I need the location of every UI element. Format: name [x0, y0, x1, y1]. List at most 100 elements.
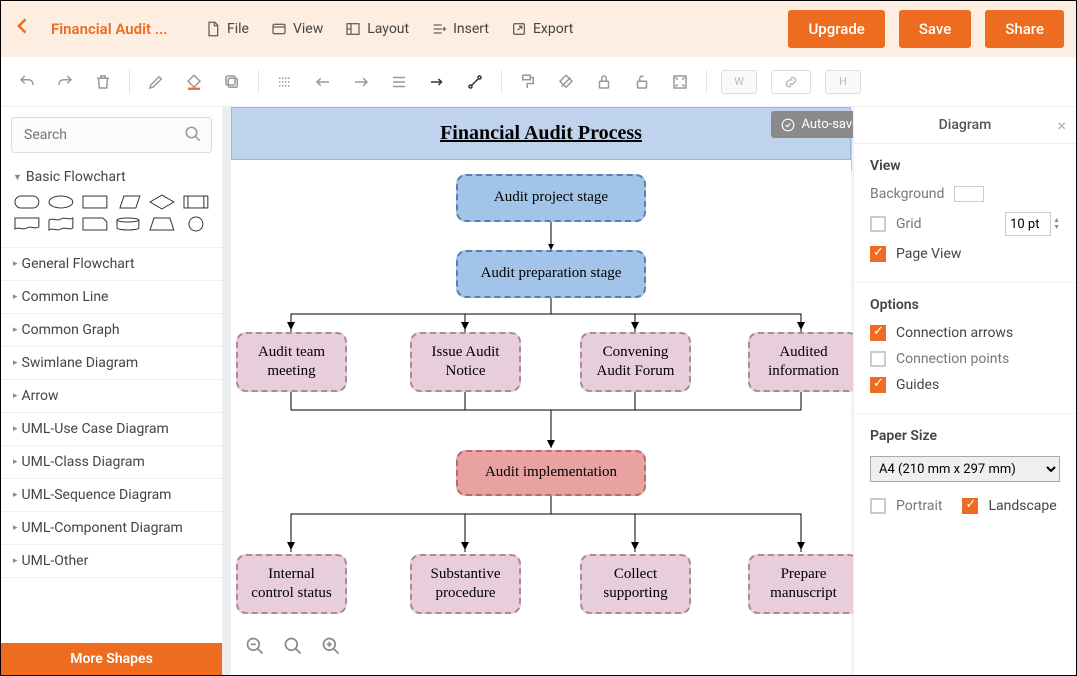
node-audit-project-stage[interactable]: Audit project stage — [456, 174, 646, 222]
connector-icon[interactable] — [425, 70, 449, 94]
node-convening-forum[interactable]: Convening Audit Forum — [580, 332, 691, 392]
pageview-checkbox[interactable] — [870, 246, 886, 262]
menu-layout[interactable]: Layout — [345, 21, 409, 37]
zoom-reset-icon[interactable] — [283, 636, 303, 660]
sidebar: ▼Basic Flowchart ▸General Flowchart ▸Com… — [1, 107, 223, 675]
shape-parallelogram[interactable] — [114, 193, 142, 211]
save-button[interactable]: Save — [899, 10, 971, 48]
share-button[interactable]: Share — [985, 10, 1064, 48]
shape-tape[interactable] — [47, 215, 75, 233]
shape-trapezoid[interactable] — [148, 215, 176, 233]
shape-circle[interactable] — [182, 215, 210, 233]
node-internal-control[interactable]: Internal control status — [236, 554, 347, 614]
link-dimensions-icon[interactable] — [771, 70, 811, 94]
menu-file[interactable]: File — [205, 21, 249, 37]
align-icon[interactable] — [387, 70, 411, 94]
category-item[interactable]: ▸Common Graph — [1, 314, 222, 347]
landscape-checkbox[interactable] — [962, 498, 978, 514]
portrait-checkbox[interactable] — [870, 498, 886, 514]
grid-checkbox[interactable] — [870, 216, 886, 232]
undo-icon[interactable] — [15, 70, 39, 94]
category-item[interactable]: ▸Arrow — [1, 380, 222, 413]
spin-down-icon[interactable]: ▼ — [1053, 224, 1060, 231]
waypoint-icon[interactable] — [463, 70, 487, 94]
line-style-icon[interactable] — [273, 70, 297, 94]
shape-subprocess[interactable] — [182, 193, 210, 211]
node-audited-info[interactable]: Audited information — [748, 332, 853, 392]
expand-icon[interactable] — [668, 70, 692, 94]
node-prepare-manuscript[interactable]: Prepare manuscript — [748, 554, 853, 614]
separator — [129, 70, 130, 94]
fill-color-icon[interactable] — [182, 70, 206, 94]
height-input[interactable]: H — [825, 70, 861, 94]
node-team-meeting[interactable]: Audit team meeting — [236, 332, 347, 392]
clear-format-icon[interactable] — [554, 70, 578, 94]
menu-view[interactable]: View — [271, 21, 323, 37]
node-issue-notice[interactable]: Issue Audit Notice — [410, 332, 521, 392]
shape-cylinder[interactable] — [114, 215, 142, 233]
zoom-out-icon[interactable] — [245, 636, 265, 660]
edit-icon[interactable] — [144, 70, 168, 94]
category-item[interactable]: ▸UML-Use Case Diagram — [1, 413, 222, 446]
shape-rect[interactable] — [81, 193, 109, 211]
conn-points-checkbox[interactable] — [870, 351, 886, 367]
canvas-wrap[interactable]: Auto-save Financial Audit Process Audit … — [223, 107, 853, 675]
upgrade-button[interactable]: Upgrade — [788, 10, 884, 48]
category-item[interactable]: ▸General Flowchart — [1, 248, 222, 281]
menu-insert[interactable]: Insert — [431, 21, 489, 37]
search-input[interactable] — [11, 117, 212, 153]
chevron-right-icon: ▸ — [13, 391, 18, 401]
shape-diamond[interactable] — [148, 193, 176, 211]
node-audit-implementation[interactable]: Audit implementation — [456, 450, 646, 496]
search-icon[interactable] — [184, 125, 202, 147]
node-collect-support[interactable]: Collect supporting — [580, 554, 691, 614]
menu-file-label: File — [227, 21, 249, 37]
arrow-right-icon[interactable] — [349, 70, 373, 94]
node-audit-preparation[interactable]: Audit preparation stage — [456, 250, 646, 298]
shape-document[interactable] — [13, 215, 41, 233]
shape-ellipse[interactable] — [47, 193, 75, 211]
unlock-icon[interactable] — [630, 70, 654, 94]
canvas[interactable]: Auto-save Financial Audit Process Audit … — [231, 107, 851, 675]
format-paint-icon[interactable] — [516, 70, 540, 94]
category-item[interactable]: ▸UML-Class Diagram — [1, 446, 222, 479]
background-swatch[interactable] — [954, 186, 984, 202]
delete-icon[interactable] — [91, 70, 115, 94]
panel-header: Diagram × — [854, 107, 1076, 144]
node-substantive[interactable]: Substantive procedure — [410, 554, 521, 614]
shape-card[interactable] — [81, 215, 109, 233]
diagram-title[interactable]: Financial Audit Process — [231, 107, 851, 160]
back-icon[interactable] — [13, 16, 33, 42]
grid-size-input[interactable] — [1005, 212, 1051, 236]
category-item[interactable]: ▸Common Line — [1, 281, 222, 314]
portrait-label: Portrait — [896, 498, 942, 514]
document-title[interactable]: Financial Audit ... — [51, 20, 181, 38]
lock-icon[interactable] — [592, 70, 616, 94]
menu-export[interactable]: Export — [511, 21, 573, 37]
width-input[interactable]: W — [721, 70, 757, 94]
close-icon[interactable]: × — [1057, 116, 1066, 135]
category-item[interactable]: ▸UML-Other — [1, 545, 222, 578]
zoom-in-icon[interactable] — [321, 636, 341, 660]
search-box — [11, 117, 212, 153]
shape-rounded-rect[interactable] — [13, 193, 41, 211]
paper-size-select[interactable]: A4 (210 mm x 297 mm) — [870, 456, 1060, 482]
guides-checkbox[interactable] — [870, 377, 886, 393]
conn-arrows-checkbox[interactable] — [870, 325, 886, 341]
shape-section-header[interactable]: ▼Basic Flowchart — [13, 169, 210, 185]
chevron-right-icon: ▸ — [13, 490, 18, 500]
flow-area[interactable]: Audit project stage Audit preparation st… — [231, 160, 851, 672]
chevron-right-icon: ▸ — [13, 358, 18, 368]
landscape-label: Landscape — [988, 498, 1056, 514]
panel-options-section: Options Connection arrows Connection poi… — [854, 283, 1076, 414]
conn-points-label: Connection points — [896, 351, 1009, 367]
more-shapes-button[interactable]: More Shapes — [1, 643, 222, 675]
section-title: Paper Size — [870, 428, 1060, 444]
redo-icon[interactable] — [53, 70, 77, 94]
category-item[interactable]: ▸UML-Sequence Diagram — [1, 479, 222, 512]
category-item[interactable]: ▸Swimlane Diagram — [1, 347, 222, 380]
category-item[interactable]: ▸UML-Component Diagram — [1, 512, 222, 545]
clone-icon[interactable] — [220, 70, 244, 94]
autosave-badge: Auto-save — [771, 111, 853, 138]
arrow-left-icon[interactable] — [311, 70, 335, 94]
